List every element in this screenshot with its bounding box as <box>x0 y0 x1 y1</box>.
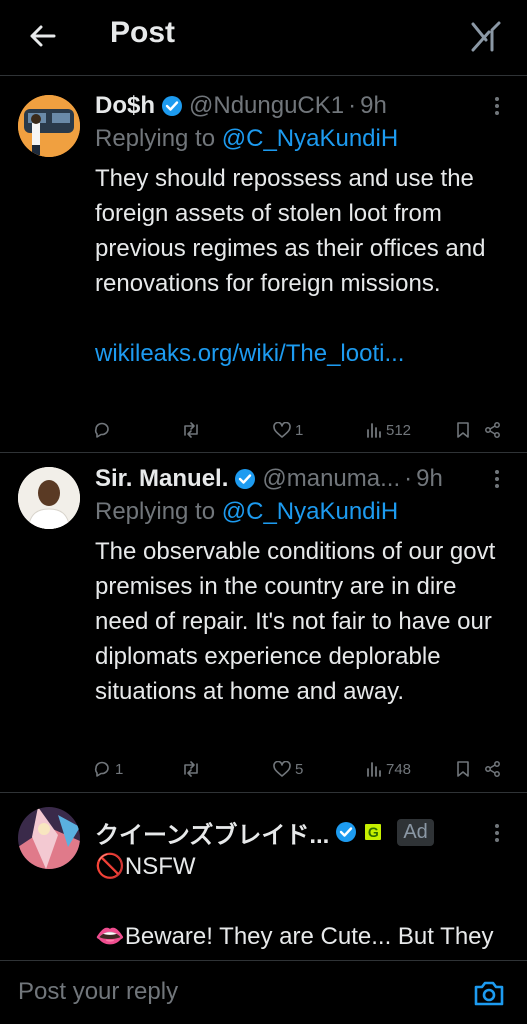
reply-button[interactable]: 1 <box>93 755 123 783</box>
arrow-left-icon <box>30 25 56 47</box>
like-button[interactable]: 1 <box>273 416 303 444</box>
display-name[interactable]: Do$h <box>95 92 155 120</box>
bookmark-button[interactable] <box>456 416 470 444</box>
grok-icon <box>471 21 501 52</box>
views-icon <box>367 762 381 777</box>
separator: · <box>404 465 413 492</box>
views-button[interactable]: 512 <box>366 416 411 444</box>
reply-post[interactable]: Sir. Manuel. @manuma... · 9h Replying to… <box>0 453 527 793</box>
camera-icon <box>474 981 504 1006</box>
views-icon <box>367 423 381 438</box>
share-button[interactable] <box>484 755 502 783</box>
author-row: Do$h @NdunguCK1 · 9h <box>95 89 477 123</box>
reply-icon <box>94 422 109 438</box>
top-bar: Post <box>0 0 527 76</box>
more-options-icon[interactable] <box>489 91 505 121</box>
replying-to: Replying to @C_NyaKundiH <box>95 498 398 526</box>
replying-to: Replying to @C_NyaKundiH <box>95 125 398 153</box>
handle[interactable]: @NdunguCK1 <box>189 92 344 120</box>
share-button[interactable] <box>484 416 502 444</box>
post-link[interactable]: wikileaks.org/wiki/The_looti... <box>95 336 509 371</box>
reply-feed[interactable]: Do$h @NdunguCK1 · 9h Replying to @C_NyaK… <box>0 77 527 960</box>
post-text-content: The observable conditions of our govt pr… <box>95 538 496 705</box>
repost-icon <box>184 422 198 438</box>
mention-link[interactable]: @C_NyaKundiH <box>222 498 398 525</box>
bookmark-icon <box>457 422 469 438</box>
post-text: They should repossess and use the foreig… <box>95 161 509 371</box>
share-icon <box>485 422 500 438</box>
more-options-icon[interactable] <box>489 818 505 848</box>
handle[interactable]: @manuma... <box>262 465 400 493</box>
post-text-line: 🚫NSFW <box>95 853 196 880</box>
author-row: Sir. Manuel. @manuma... · 9h <box>95 462 477 496</box>
avatar[interactable] <box>18 95 80 157</box>
replying-prefix: Replying to <box>95 498 216 525</box>
back-button[interactable] <box>24 18 60 54</box>
display-name[interactable]: Sir. Manuel. <box>95 465 228 493</box>
heart-icon <box>273 760 291 777</box>
action-bar: 1 5 748 <box>93 755 509 783</box>
ad-post[interactable]: クイーンズブレイド... G Ad 🚫NSFW 👄Beware! They ar… <box>0 793 527 960</box>
repost-icon <box>184 761 198 777</box>
bookmark-button[interactable] <box>456 755 470 783</box>
camera-button[interactable] <box>473 979 507 1009</box>
reply-input[interactable] <box>18 971 448 1013</box>
reply-post[interactable]: Do$h @NdunguCK1 · 9h Replying to @C_NyaK… <box>0 77 527 453</box>
timestamp[interactable]: 9h <box>416 465 443 493</box>
affiliate-badge-icon: G <box>363 822 384 842</box>
display-name[interactable]: クイーンズブレイド... <box>95 815 329 850</box>
verified-badge-icon <box>234 468 256 490</box>
more-options-icon[interactable] <box>489 464 505 494</box>
views-button[interactable]: 748 <box>366 755 411 783</box>
like-count: 1 <box>295 421 304 439</box>
page-title: Post <box>110 16 176 49</box>
heart-icon <box>273 421 291 438</box>
like-count: 5 <box>295 760 304 778</box>
replying-prefix: Replying to <box>95 125 216 152</box>
verified-badge-icon <box>161 95 183 117</box>
post-text: The observable conditions of our govt pr… <box>95 534 509 709</box>
bookmark-icon <box>457 761 469 777</box>
reply-count: 1 <box>115 760 124 778</box>
ad-label: Ad <box>397 818 434 846</box>
view-count: 512 <box>386 421 412 439</box>
repost-button[interactable] <box>181 755 201 783</box>
share-icon <box>485 761 500 777</box>
reply-icon <box>94 761 109 777</box>
verified-badge-icon <box>335 821 357 843</box>
post-text: 🚫NSFW 👄Beware! They are Cute... But They… <box>95 849 509 960</box>
repost-button[interactable] <box>181 416 201 444</box>
separator: · <box>348 92 357 119</box>
action-bar: 1 512 <box>93 416 509 444</box>
avatar[interactable] <box>18 807 80 869</box>
reply-composer <box>0 960 527 1024</box>
timestamp[interactable]: 9h <box>360 92 387 120</box>
post-text-line: 👄Beware! They are Cute... But They Pack … <box>95 923 494 960</box>
avatar[interactable] <box>18 467 80 529</box>
reply-button[interactable] <box>93 416 111 444</box>
mention-link[interactable]: @C_NyaKundiH <box>222 125 398 152</box>
author-row: クイーンズブレイド... G Ad <box>95 815 471 849</box>
grok-button[interactable] <box>467 16 507 56</box>
view-count: 748 <box>386 760 412 778</box>
post-text-content: They should repossess and use the foreig… <box>95 165 486 297</box>
like-button[interactable]: 5 <box>273 755 303 783</box>
